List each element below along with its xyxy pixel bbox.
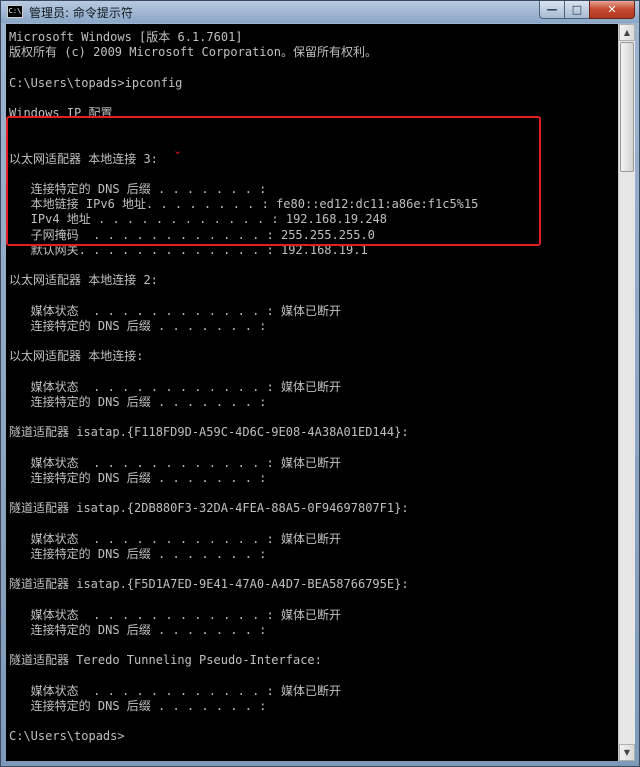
console-line: 连接特定的 DNS 后缀 . . . . . . . :	[9, 394, 267, 409]
console-line: 媒体状态 . . . . . . . . . . . . : 媒体已断开	[9, 531, 341, 546]
console-line: 以太网适配器 本地连接 3:	[9, 151, 158, 166]
console-line: 连接特定的 DNS 后缀 . . . . . . . :	[9, 546, 267, 561]
scroll-down-arrow-icon[interactable]: ▼	[619, 744, 635, 761]
console-line: 连接特定的 DNS 后缀 . . . . . . . :	[9, 470, 267, 485]
console-line: 子网掩码 . . . . . . . . . . . . : 255.255.2…	[9, 227, 375, 242]
console-line: 版权所有 (c) 2009 Microsoft Corporation。保留所有…	[9, 45, 377, 60]
console-line: C:\Users\topads>	[9, 729, 125, 744]
console-line: 连接特定的 DNS 后缀 . . . . . . . :	[9, 698, 267, 713]
console-line: Microsoft Windows [版本 6.1.7601]	[9, 30, 243, 44]
console-line: 以太网适配器 本地连接 2:	[9, 273, 158, 288]
annotation-marker-icon: ⌄	[173, 144, 183, 157]
console-line: 媒体状态 . . . . . . . . . . . . : 媒体已断开	[9, 455, 341, 470]
console-line: 隧道适配器 isatap.{F5D1A7ED-9E41-47A0-A4D7-BE…	[9, 577, 409, 592]
command-prompt-window: C:\ 管理员: 命令提示符 — □ ✕ Microsoft Windows […	[0, 0, 640, 767]
console-line: 媒体状态 . . . . . . . . . . . . : 媒体已断开	[9, 683, 341, 698]
console-line: 隧道适配器 Teredo Tunneling Pseudo-Interface:	[9, 653, 322, 668]
close-button[interactable]: ✕	[589, 1, 635, 19]
console-line: 媒体状态 . . . . . . . . . . . . : 媒体已断开	[9, 303, 341, 318]
maximize-button[interactable]: □	[564, 1, 590, 19]
console-output[interactable]: Microsoft Windows [版本 6.1.7601] 版权所有 (c) …	[6, 24, 618, 761]
console-line: 媒体状态 . . . . . . . . . . . . : 媒体已断开	[9, 607, 341, 622]
console-line: 连接特定的 DNS 后缀 . . . . . . . :	[9, 182, 267, 196]
vertical-scrollbar[interactable]: ▲ ▼	[618, 24, 635, 761]
console-line: 媒体状态 . . . . . . . . . . . . : 媒体已断开	[9, 379, 341, 394]
console-line: 以太网适配器 本地连接:	[9, 349, 144, 364]
cmd-app-icon[interactable]: C:\	[7, 5, 23, 18]
scrollbar-thumb[interactable]	[620, 42, 634, 172]
console-line: 连接特定的 DNS 后缀 . . . . . . . :	[9, 622, 267, 637]
minimize-button[interactable]: —	[539, 1, 565, 19]
console-line: 默认网关. . . . . . . . . . . . . : 192.168.…	[9, 242, 368, 257]
console-line: 连接特定的 DNS 后缀 . . . . . . . :	[9, 318, 267, 333]
scroll-up-arrow-icon[interactable]: ▲	[619, 24, 635, 41]
window-title: 管理员: 命令提示符	[29, 6, 133, 20]
console-line: 隧道适配器 isatap.{2DB880F3-32DA-4FEA-88A5-0F…	[9, 501, 409, 516]
console-line: 隧道适配器 isatap.{F118FD9D-A59C-4D6C-9E08-4A…	[9, 425, 409, 440]
console-line: C:\Users\topads>ipconfig	[9, 75, 183, 90]
console-line: 本地链接 IPv6 地址. . . . . . . . : fe80::ed12…	[9, 197, 479, 212]
console-line: IPv4 地址 . . . . . . . . . . . . : 192.16…	[9, 212, 388, 227]
title-bar[interactable]: C:\ 管理员: 命令提示符 — □ ✕	[1, 1, 639, 23]
console-line: Windows IP 配置	[9, 106, 113, 120]
